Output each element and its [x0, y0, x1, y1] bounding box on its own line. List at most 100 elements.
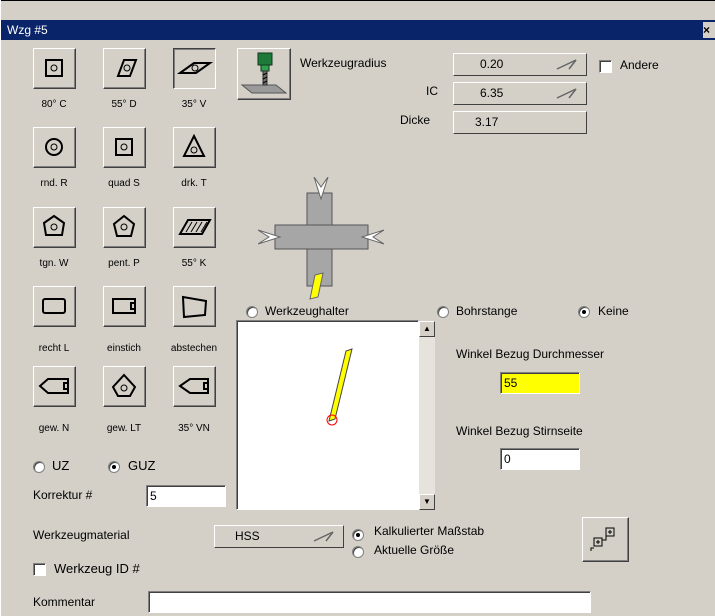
tool-label-pentagon: pent. P	[108, 258, 140, 269]
machine-tool-icon	[240, 52, 288, 94]
scale-icon	[590, 527, 615, 551]
actual-size-label: Aktuelle Größe	[374, 543, 455, 557]
title-bar: Wzg #5	[1, 20, 715, 40]
uz-label: UZ	[52, 458, 70, 473]
angle-face-label: Winkel Bezug Stirnseite	[456, 424, 583, 438]
none-radio[interactable]	[578, 306, 590, 318]
insert-triangle-icon	[182, 133, 206, 157]
none-label: Keine	[598, 304, 629, 318]
close-button[interactable]: ×	[703, 22, 715, 38]
angle-diameter-label: Winkel Bezug Durchmesser	[456, 347, 605, 361]
tool-button-square[interactable]	[103, 127, 146, 168]
tool-label-80c: 80° C	[41, 99, 67, 110]
insert-preview-drawing	[326, 348, 353, 426]
radius-label: Werkzeugradius	[300, 56, 387, 70]
tool-button-groove[interactable]	[103, 286, 146, 327]
calculated-scale-radio[interactable]	[352, 529, 364, 541]
insert-square-icon	[115, 138, 133, 156]
calculated-scale-label: Kalkulierter Maßstab	[374, 524, 485, 538]
insert-pentagon-icon	[112, 214, 136, 237]
insert-35vn-icon	[178, 378, 209, 394]
tool-label-thread-n: gew. N	[38, 423, 70, 434]
tool-button-round[interactable]	[33, 127, 76, 168]
thickness-field[interactable]: 3.17	[453, 111, 587, 134]
scroll-up-icon: ▲	[423, 324, 431, 333]
ic-dropdown[interactable]: 6.35	[453, 82, 587, 105]
window-title: Wzg #5	[7, 23, 48, 37]
thickness-value: 3.17	[475, 115, 499, 129]
insert-groove-icon	[112, 298, 136, 314]
tool-button-thread-n[interactable]	[33, 366, 76, 407]
insert-55k-icon	[178, 219, 212, 235]
close-icon: ×	[703, 23, 711, 37]
ic-label: IC	[426, 84, 438, 98]
tool-button-80c[interactable]	[33, 48, 76, 89]
tool-label-55d: 55° D	[111, 99, 137, 110]
holder-label: Werkzeughalter	[265, 304, 349, 318]
tool-button-trigon[interactable]	[33, 207, 76, 248]
boring-bar-radio[interactable]	[437, 306, 449, 318]
correction-label: Korrektur #	[33, 488, 93, 502]
tool-label-square: quad S	[108, 178, 140, 189]
tool-button-pentagon[interactable]	[103, 207, 146, 248]
insert-trigon-icon	[42, 214, 66, 236]
scroll-down-button[interactable]: ▼	[419, 494, 435, 510]
tool-label-partoff: abstechen	[170, 343, 218, 354]
insert-35v-icon	[176, 62, 214, 74]
scroll-down-icon: ▼	[423, 497, 431, 506]
radius-value: 0.20	[480, 57, 504, 71]
ic-value: 6.35	[480, 86, 504, 100]
other-label: Andere	[620, 58, 659, 72]
material-label: Werkzeugmaterial	[33, 528, 130, 542]
insert-thread-n-icon	[38, 378, 69, 394]
radius-dropdown[interactable]: 0.20	[453, 53, 587, 76]
insert-round-icon	[45, 138, 63, 156]
tool-label-groove: einstich	[107, 343, 141, 354]
material-dropdown[interactable]: HSS	[214, 525, 344, 548]
dropdown-arrow-icon	[313, 531, 334, 542]
window-left-border	[0, 0, 1, 616]
tool-id-checkbox[interactable]	[33, 563, 46, 576]
scale-button[interactable]	[582, 517, 629, 562]
boring-bar-label: Bohrstange	[456, 304, 518, 318]
insert-preview-panel	[236, 320, 419, 510]
tool-button-35vn[interactable]	[173, 366, 216, 407]
tool-button-thread-lt[interactable]	[103, 366, 146, 407]
tool-id-label: Werkzeug ID #	[54, 561, 140, 576]
comment-label: Kommentar	[33, 595, 96, 609]
tool-orientation-diagram[interactable]	[258, 177, 384, 301]
tool-button-35v[interactable]	[173, 48, 216, 89]
insert-rect-icon	[42, 298, 66, 314]
scroll-up-button[interactable]: ▲	[419, 321, 435, 337]
holder-radio[interactable]	[246, 306, 258, 318]
dropdown-arrow-icon	[556, 59, 577, 70]
tool-label-35vn: 35° VN	[178, 423, 210, 434]
comment-input[interactable]	[148, 591, 591, 613]
dropdown-arrow-icon	[556, 88, 577, 99]
machine-tool-button[interactable]	[237, 48, 291, 100]
guz-label: GUZ	[128, 458, 156, 473]
uz-radio[interactable]	[33, 461, 45, 473]
material-value: HSS	[235, 529, 260, 543]
preview-scrollbar[interactable]: ▲ ▼	[419, 321, 435, 510]
tool-label-thread-lt: gew. LT	[106, 423, 142, 434]
tool-button-55d[interactable]	[103, 48, 146, 89]
actual-size-radio[interactable]	[352, 546, 364, 558]
tool-button-triangle[interactable]	[173, 127, 216, 168]
insert-55d-icon	[116, 59, 138, 77]
tool-button-55k[interactable]	[173, 207, 216, 248]
guz-radio[interactable]	[108, 461, 120, 473]
tool-label-rect: recht L	[38, 343, 70, 354]
angle-diameter-input[interactable]: 55	[500, 372, 580, 394]
tool-button-rect[interactable]	[33, 286, 76, 327]
other-checkbox[interactable]	[599, 60, 612, 73]
window-top-border	[0, 0, 715, 1]
thickness-label: Dicke	[400, 113, 431, 127]
angle-face-input[interactable]: 0	[500, 448, 580, 470]
correction-input[interactable]: 5	[146, 485, 226, 507]
tool-button-partoff[interactable]	[173, 286, 216, 327]
tool-label-round: rnd. R	[40, 178, 68, 189]
tool-label-trigon: tgn. W	[39, 258, 69, 269]
tool-label-35v: 35° V	[181, 99, 207, 110]
tool-label-triangle: drk. T	[181, 178, 207, 189]
